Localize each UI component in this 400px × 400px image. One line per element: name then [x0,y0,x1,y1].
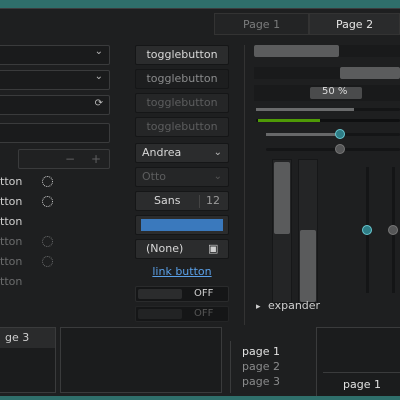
switch-slider [138,289,182,299]
hscale-fill [266,133,340,136]
level-fill [256,108,354,111]
list-item: tton [0,235,23,248]
list-item[interactable]: tton [0,175,22,188]
combo-value: Andrea [142,146,182,159]
minus-button[interactable]: − [65,152,75,166]
spin-button[interactable]: − + [18,149,110,169]
progress-bar-2 [254,67,400,79]
progress-bar-labeled: 50 % [254,85,400,101]
refresh-icon[interactable]: ⟳ [95,98,103,109]
tab-page-3[interactable]: page 3 [242,375,280,388]
progress-fill [254,45,339,57]
font-size: 12 [206,194,220,207]
hscale-1-knob[interactable] [335,129,345,139]
tab-page-2[interactable]: page 2 [242,360,280,373]
combo-box-andrea[interactable]: Andrea ⌄ [135,143,229,163]
spinner-icon [42,236,53,247]
switch-state: OFF [194,308,214,319]
notebook-vertical-tabs: page 1 page 2 page 3 [224,335,312,393]
link-button[interactable]: link button [135,265,229,278]
level-bar-2 [256,119,400,122]
vertical-progress-1 [272,159,292,303]
toggle-button-1[interactable]: togglebutton [135,45,229,65]
expander[interactable]: ▸ expander [256,299,320,312]
combo-entry-2[interactable]: ⌄ [0,70,110,90]
file-chooser-button[interactable]: (None) ▣ [135,239,229,259]
list-item[interactable]: tton [0,195,22,208]
list-item: tton [0,275,23,288]
font-button[interactable]: Sans 12 [135,191,229,211]
expander-label: expander [268,299,321,312]
notebook-right: page 1 [316,327,400,396]
font-divider [199,195,200,208]
folder-icon: ▣ [208,242,219,255]
switch-slider [138,309,182,319]
vscale-2-knob[interactable] [388,225,398,235]
hscale-2-knob[interactable] [335,144,345,154]
level-bar-1 [256,108,400,111]
column-separator [244,45,245,325]
tab-page-2[interactable]: Page 2 [309,13,400,35]
combo-entry-1[interactable]: ⌄ [0,45,110,65]
hscale-2[interactable] [266,148,400,151]
toggle-button-4: togglebutton [135,117,229,137]
vertical-fill [274,162,290,234]
vertical-tab-separator [230,341,231,393]
widget-factory-window: Page 1 Page 2 ⌄ ⌄ ⟳ − + tton tton tton t… [0,8,400,396]
progress-fill [340,67,400,79]
notebook-tab[interactable]: page 1 [343,378,381,391]
vertical-fill [300,230,316,302]
level-fill-green [258,119,320,122]
list-item[interactable]: tton [0,215,22,228]
hscale-1[interactable] [266,133,400,136]
notebook-left: ge 3 [0,327,56,393]
chevron-down-icon: ⌄ [94,46,103,57]
notebook-middle [60,327,222,393]
vertical-progress-2 [298,159,318,303]
chevron-down-icon: ⌄ [94,71,103,82]
spinner-icon [42,196,53,207]
progress-bar-1 [254,45,400,57]
entry-plain[interactable] [0,123,110,143]
spinner-icon [42,176,53,187]
vscale-1-knob[interactable] [362,225,372,235]
color-swatch [141,219,223,231]
combo-box-otto: Otto ⌄ [135,167,229,187]
tab-page-1[interactable]: Page 1 [214,13,309,35]
plus-button[interactable]: + [91,152,101,166]
file-chooser-label: (None) [146,242,184,255]
notebook-tab-separator [323,372,400,373]
notebook-tab[interactable]: ge 3 [0,328,55,348]
switch-1[interactable]: OFF [135,286,229,302]
chevron-down-icon: ⌄ [213,171,222,182]
entry-with-icon[interactable]: ⟳ [0,95,110,115]
combo-value: Otto [142,170,167,183]
color-button[interactable] [135,215,229,235]
toggle-button-3: togglebutton [135,93,229,113]
switch-2: OFF [135,306,229,322]
tab-page-1[interactable]: page 1 [242,345,280,358]
font-name: Sans [154,194,181,207]
spinner-icon [42,256,53,267]
list-item: tton [0,255,23,268]
progress-label: 50 % [322,86,348,97]
expander-arrow-icon: ▸ [256,302,261,312]
toggle-button-2[interactable]: togglebutton [135,69,229,89]
chevron-down-icon: ⌄ [213,147,222,158]
switch-state: OFF [194,288,214,299]
